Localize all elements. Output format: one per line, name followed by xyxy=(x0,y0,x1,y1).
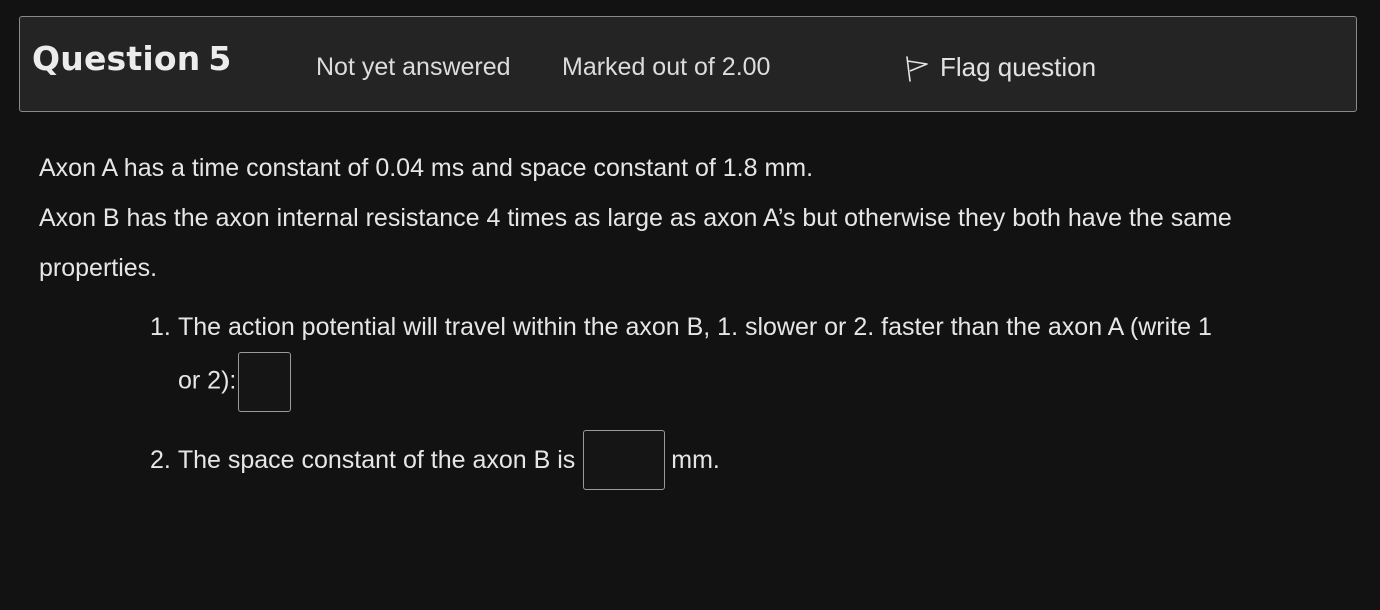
flag-outline-icon xyxy=(906,56,928,82)
sub-question-1-text-line1: The action potential will travel within … xyxy=(178,313,1212,341)
question-text: Axon A has a time constant of 0.04 ms an… xyxy=(39,143,1329,293)
question-number: 5 xyxy=(208,39,232,78)
question-grade: Marked out of 2.00 xyxy=(562,53,771,81)
answer-1-input[interactable] xyxy=(238,352,292,412)
sub-question-2-unit: mm. xyxy=(671,445,720,474)
sub-question-1: 1. The action potential will travel withi… xyxy=(150,302,1350,412)
question-paragraph-1: Axon A has a time constant of 0.04 ms an… xyxy=(39,154,814,182)
question-state: Not yet answered xyxy=(316,53,511,81)
question-label: Question xyxy=(32,39,201,78)
question-title: Question 5 xyxy=(32,39,232,78)
sub-question-2: 2. The space constant of the axon B is m… xyxy=(150,430,720,490)
sub-question-1-number: 1. xyxy=(150,313,171,341)
sub-question-1-text-line2: or 2): xyxy=(178,366,237,395)
flag-question-button[interactable]: Flag question xyxy=(904,51,1096,83)
sub-question-2-text: The space constant of the axon B is xyxy=(177,445,576,474)
sub-question-2-number: 2. xyxy=(150,445,171,474)
answer-2-input[interactable] xyxy=(583,430,666,490)
question-info-box: Question 5 Not yet answered Marked out of… xyxy=(19,16,1357,112)
flag-question-label: Flag question xyxy=(940,51,1097,82)
question-paragraph-2: Axon B has the axon internal resistance … xyxy=(39,204,1232,282)
